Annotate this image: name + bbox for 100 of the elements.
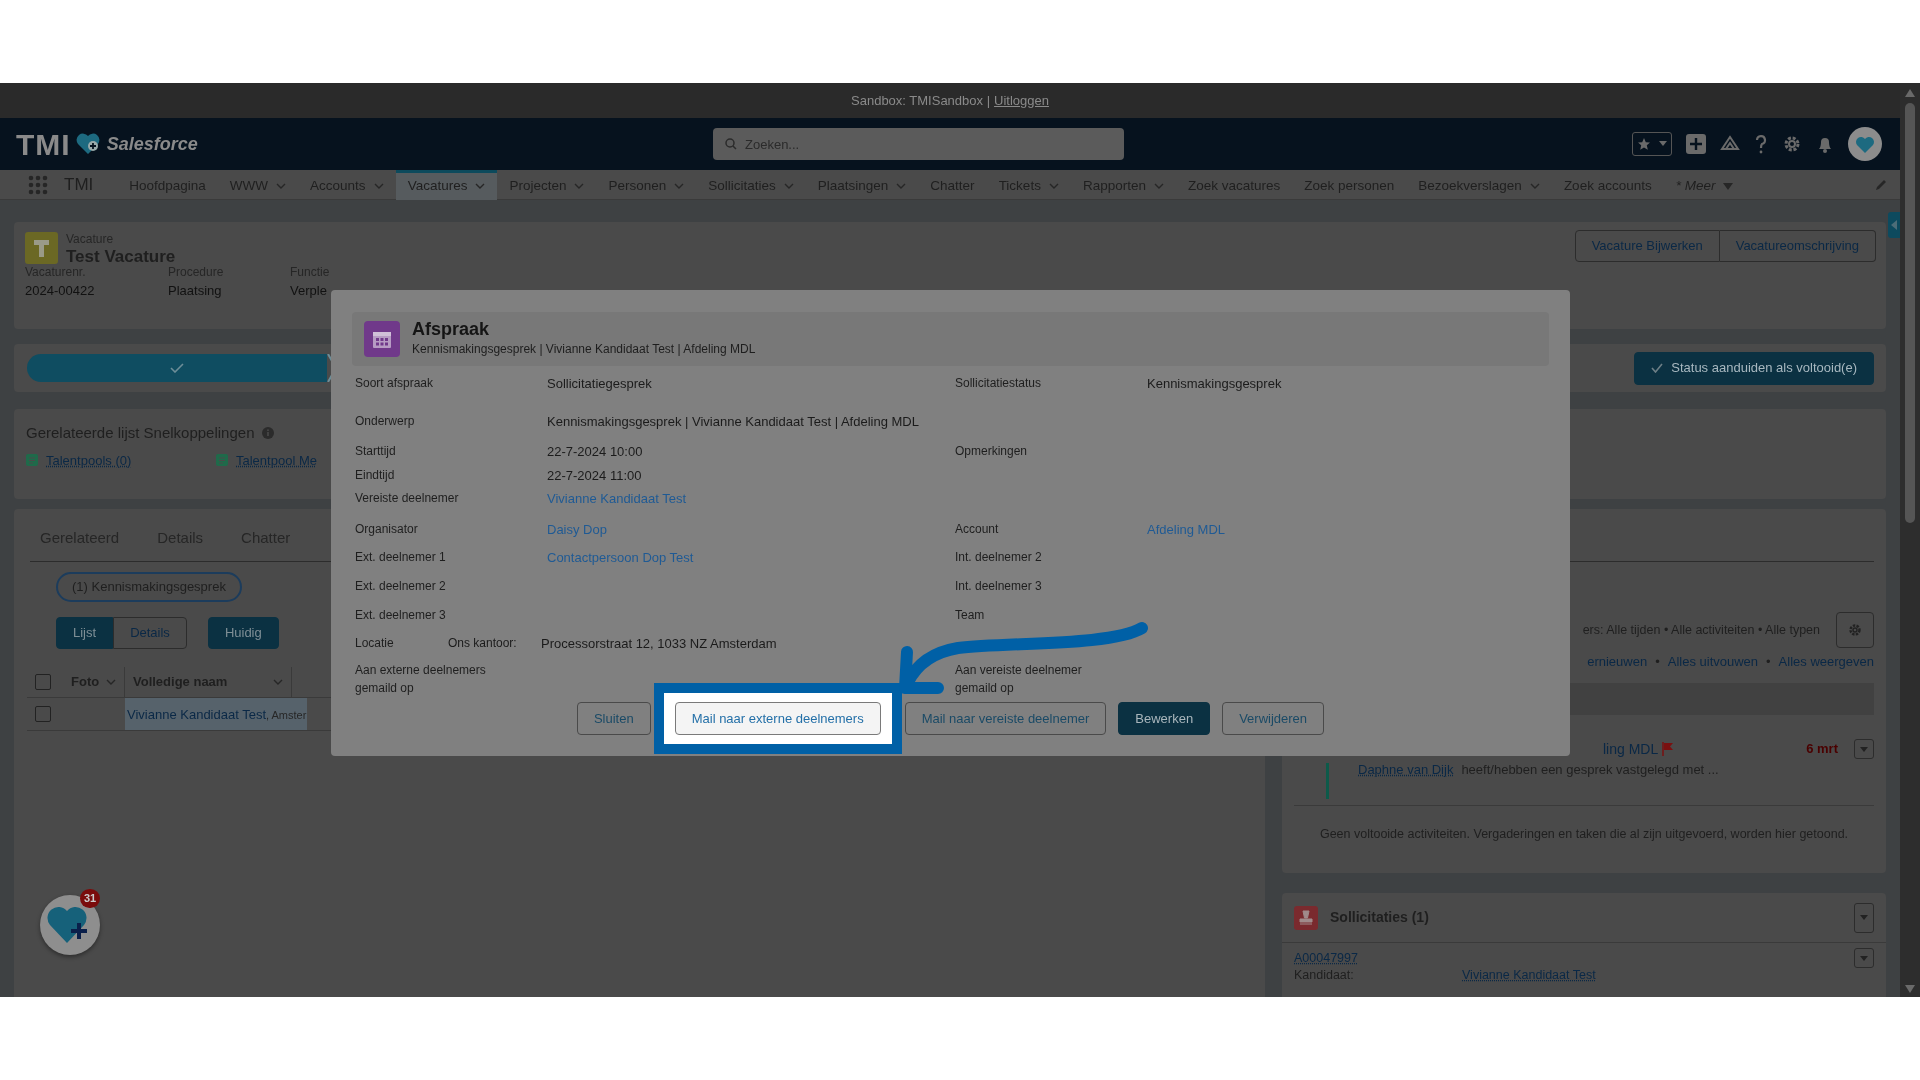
field-label: Starttijd bbox=[355, 443, 397, 460]
chevron-down-icon bbox=[475, 183, 486, 189]
caret-icon bbox=[1860, 746, 1868, 752]
field-value: 2024-00422 bbox=[25, 282, 96, 300]
field-value: Verple bbox=[290, 282, 328, 300]
field-value: 22-7-2024 10:00 bbox=[547, 443, 643, 461]
caret-icon bbox=[1860, 915, 1868, 920]
mark-complete-button[interactable]: Status aanduiden als voltooid(e) bbox=[1634, 351, 1874, 385]
chevron-down-icon bbox=[373, 183, 384, 189]
caret-icon bbox=[1723, 182, 1734, 190]
field-label: Vereiste deelnemer bbox=[355, 490, 460, 507]
dropdown-button[interactable] bbox=[1854, 739, 1874, 759]
logo-text: TMI bbox=[16, 126, 71, 163]
chevron-down-icon bbox=[896, 183, 907, 189]
field-link[interactable]: Daisy Dop bbox=[547, 520, 607, 540]
help-icon[interactable] bbox=[1754, 134, 1768, 154]
chevron-down-icon bbox=[1153, 183, 1164, 189]
chevron-down-icon bbox=[106, 679, 116, 685]
star-icon bbox=[1637, 137, 1651, 151]
search-icon bbox=[725, 138, 737, 150]
mallet-icon bbox=[25, 231, 58, 264]
field-value: Sollicitatiegesprek bbox=[547, 375, 652, 393]
avatar-icon[interactable] bbox=[1848, 127, 1882, 161]
activity-subject[interactable]: ling MDL bbox=[1602, 738, 1659, 760]
view-toggle[interactable]: Details bbox=[113, 617, 187, 649]
caret-icon bbox=[1659, 141, 1667, 147]
field-value: 22-7-2024 11:00 bbox=[547, 467, 642, 485]
action-link[interactable]: Alles weergeven bbox=[1778, 652, 1874, 672]
field-label: Soort afspraak bbox=[355, 375, 435, 392]
current-button[interactable]: Huidig bbox=[207, 617, 279, 649]
sandbox-label: Sandbox: TMISandbox | bbox=[851, 91, 991, 110]
dialog-button[interactable]: Mail naar externe deelnemers bbox=[674, 702, 881, 735]
heart-plus-icon bbox=[74, 132, 101, 156]
list-icon bbox=[216, 454, 228, 467]
field-label: Team bbox=[955, 607, 986, 624]
stamp-icon bbox=[1294, 905, 1318, 930]
field-label: Account bbox=[955, 521, 1000, 538]
logout-link[interactable]: Uitloggen bbox=[994, 90, 1049, 111]
dialog-button[interactable]: Verwijderen bbox=[1222, 702, 1325, 735]
scroll-up-icon bbox=[1905, 89, 1915, 97]
chevron-down-icon bbox=[1048, 183, 1059, 189]
field-label: Aan externe deelnemers gemaild op bbox=[355, 662, 487, 697]
modal-title: Afspraak bbox=[412, 320, 491, 340]
list-icon bbox=[26, 454, 38, 467]
favorites-button[interactable] bbox=[1632, 132, 1672, 156]
person-link[interactable]: Daphne van Dijk bbox=[1358, 759, 1454, 779]
dropdown-button[interactable] bbox=[1854, 948, 1874, 968]
checkbox[interactable] bbox=[35, 706, 51, 722]
dialog-button[interactable]: Sluiten bbox=[576, 702, 651, 735]
field-label: Eindtijd bbox=[355, 467, 396, 484]
settings-icon[interactable] bbox=[1782, 134, 1802, 154]
scrollbar[interactable] bbox=[1900, 83, 1920, 997]
chevron-down-icon bbox=[574, 183, 585, 189]
bullet-separator: • bbox=[1766, 653, 1771, 671]
chevron-down-icon bbox=[273, 679, 283, 685]
collapse-toggle[interactable] bbox=[1888, 212, 1900, 238]
field-link[interactable]: Afdeling MDL bbox=[1147, 520, 1226, 540]
table-cell: Vivianne Kandidaat Test, Amster bbox=[125, 698, 307, 730]
action-link[interactable]: Alles uitvouwen bbox=[1667, 652, 1759, 672]
field-link[interactable]: Contactpersoon Dop Test bbox=[547, 548, 694, 568]
app-launcher-icon[interactable] bbox=[28, 174, 48, 195]
action-button[interactable]: Vacature Bijwerken bbox=[1574, 230, 1720, 262]
field-label: Int. deelnemer 2 bbox=[955, 549, 1043, 566]
bullet-separator: • bbox=[1655, 653, 1660, 671]
settings-button[interactable] bbox=[1836, 612, 1874, 648]
scrollbar-thumb[interactable] bbox=[1905, 103, 1915, 523]
checkbox[interactable] bbox=[35, 674, 51, 690]
cloud-icon[interactable] bbox=[1720, 135, 1740, 153]
path-stage[interactable] bbox=[27, 354, 327, 382]
caret-left-icon bbox=[1891, 220, 1897, 230]
field-label: Onderwerp bbox=[355, 413, 416, 430]
field-value: Plaatsing bbox=[168, 282, 223, 300]
dialog-button[interactable]: Bewerken bbox=[1118, 702, 1211, 735]
dropdown-button[interactable] bbox=[1854, 902, 1874, 933]
view-toggle[interactable]: Lijst bbox=[56, 617, 114, 649]
field-label: Ext. deelnemer 1 bbox=[355, 549, 447, 566]
action-button[interactable]: Vacatureomschrijving bbox=[1719, 230, 1876, 262]
quick-link[interactable]: Talentpools (0) bbox=[46, 450, 132, 470]
check-icon bbox=[1651, 363, 1664, 373]
timeline-line-icon bbox=[1326, 762, 1329, 799]
chevron-down-icon bbox=[276, 183, 287, 189]
field-label: Sollicitatiestatus bbox=[955, 375, 1043, 392]
brand-text: Salesforce bbox=[106, 132, 198, 156]
activity-date: 6 mrt bbox=[1806, 740, 1838, 759]
dialog-button[interactable]: Mail naar vereiste deelnemer bbox=[904, 702, 1107, 735]
plus-icon[interactable] bbox=[1686, 134, 1706, 154]
person-link[interactable]: Vivianne Kandidaat Test bbox=[1462, 968, 1596, 983]
field-label: Opmerkingen bbox=[955, 443, 1029, 460]
quick-link[interactable]: Talentpool Me bbox=[236, 450, 317, 470]
scroll-down-icon bbox=[1905, 985, 1915, 993]
chevron-down-icon bbox=[1529, 183, 1540, 189]
pencil-icon[interactable] bbox=[1874, 177, 1888, 192]
record-link[interactable]: A00047997 bbox=[1294, 950, 1358, 966]
field-label: Aan vereiste deelnemer gemaild op bbox=[955, 662, 1083, 697]
field-label: Organisator bbox=[355, 521, 419, 538]
action-link[interactable]: ernieuwen bbox=[1587, 652, 1648, 672]
field-link[interactable]: Vivianne Kandidaat Test bbox=[547, 489, 686, 509]
field-label: Ons kantoor: bbox=[448, 635, 518, 652]
modal-subtitle: Kennismakingsgesprek | Vivianne Kandidaat Test | Afdeling MDL bbox=[412, 340, 756, 358]
nav-tab[interactable]: Vacatures bbox=[395, 169, 498, 200]
